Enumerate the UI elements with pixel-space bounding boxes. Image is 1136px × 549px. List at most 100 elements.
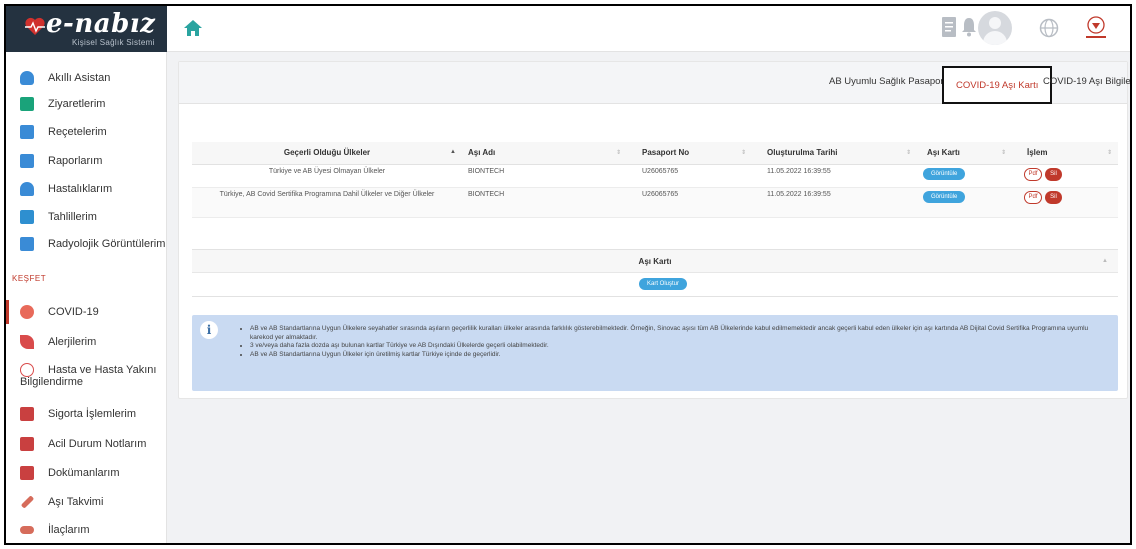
- header-label: Oluşturulma Tarihi: [767, 148, 838, 158]
- sort-icon: ⇕: [1106, 150, 1112, 156]
- heart-logo-icon: [25, 17, 45, 35]
- info-line: 3 ve/veya daha fazla dozda aşı bulunan k…: [250, 342, 1110, 351]
- sidebar-item-label: Aşı Takvimi: [48, 496, 104, 508]
- sidebar-item-covid19[interactable]: COVID-19: [6, 300, 167, 324]
- sidebar-item-diseases[interactable]: Hastalıklarım: [6, 177, 167, 201]
- view-card-button[interactable]: Görüntüle: [923, 190, 966, 203]
- table-row: Türkiye, AB Covid Sertifika Programına D…: [192, 187, 1118, 218]
- column-header-vaccine[interactable]: Aşı Adı ⇕: [462, 142, 627, 165]
- info-box: i AB ve AB Standartlarına Uygun Ülkelere…: [192, 315, 1118, 391]
- virus-icon: [20, 305, 34, 319]
- column-header-countries[interactable]: Geçerli Olduğu Ülkeler ▲: [192, 142, 462, 165]
- document-icon[interactable]: [941, 16, 957, 38]
- sidebar-item-radiology[interactable]: Radyolojik Görüntülerim: [6, 232, 167, 256]
- cell-countries: Türkiye, AB Covid Sertifika Programına D…: [192, 187, 462, 218]
- lab-icon: [20, 210, 34, 224]
- top-bar: e-nabız Kişisel Sağlık Sistemi: [6, 6, 1130, 52]
- info-list: AB ve AB Standartlarına Uygun Ülkelere s…: [250, 325, 1110, 359]
- notes-icon: [20, 437, 34, 451]
- sidebar-item-documents[interactable]: Dokümanlarım: [6, 461, 167, 485]
- sidebar-item-label: Hastalıklarım: [48, 183, 113, 195]
- pdf-button[interactable]: Pdf: [1024, 167, 1042, 181]
- syringe-icon: [20, 495, 35, 509]
- info-icon: i: [200, 321, 218, 339]
- vaccine-passport-table: Geçerli Olduğu Ülkeler ▲ Aşı Adı ⇕ Pasapor…: [192, 142, 1118, 218]
- patient-icon: [20, 182, 34, 196]
- sidebar-item-label: Ziyaretlerim: [48, 98, 106, 110]
- sidebar-item-emergency-notes[interactable]: Acil Durum Notlarım: [6, 432, 167, 456]
- column-header-card[interactable]: Aşı Kartı ⇕: [917, 142, 1012, 165]
- allergy-icon: [20, 335, 34, 349]
- brand-subtitle: Kişisel Sağlık Sistemi: [72, 38, 155, 47]
- sidebar-item-label: Reçetelerim: [48, 126, 107, 138]
- column-header-action[interactable]: İşlem ⇕: [1012, 142, 1118, 165]
- sidebar-item-insurance[interactable]: Sigorta İşlemlerim: [6, 402, 167, 426]
- sidebar-item-label: İlaçlarım: [48, 524, 90, 536]
- insurance-icon: [20, 407, 34, 421]
- ministry-logo-icon[interactable]: [1080, 14, 1112, 42]
- sidebar-item-prescriptions[interactable]: Reçetelerim: [6, 120, 167, 144]
- sidebar-item-label: Alerjilerim: [48, 336, 97, 348]
- sidebar-item-assistant[interactable]: Akıllı Asistan: [6, 66, 167, 90]
- header-label: Geçerli Olduğu Ülkeler: [283, 148, 371, 158]
- avatar[interactable]: [978, 11, 1012, 45]
- building-icon: [20, 97, 34, 111]
- bell-icon[interactable]: [961, 16, 977, 38]
- sidebar-item-patient-info-cont[interactable]: Bilgilendirme: [6, 373, 167, 391]
- sidebar-item-label: Bilgilendirme: [20, 376, 83, 388]
- sidebar-item-allergies[interactable]: Alerjilerim: [6, 330, 167, 354]
- delete-button[interactable]: Sil: [1045, 190, 1062, 204]
- documents-icon: [20, 466, 34, 480]
- sidebar-item-label: Akıllı Asistan: [48, 72, 111, 84]
- sidebar-item-visits[interactable]: Ziyaretlerim: [6, 92, 167, 116]
- info-line: AB ve AB Standartlarına Uygun Ülkeler iç…: [250, 351, 1110, 360]
- cell-passport: U26065765: [627, 187, 752, 218]
- tab-eu-health-passport[interactable]: AB Uyumlu Sağlık Pasaportu: [829, 76, 952, 87]
- prescription-icon: [20, 125, 34, 139]
- column-header-created[interactable]: Oluşturulma Tarihi ⇕: [752, 142, 917, 165]
- sort-icon: ▲: [450, 149, 456, 155]
- cell-vaccine: BIONTECH: [462, 187, 627, 218]
- vaccine-card-header[interactable]: Aşı Kartı: [192, 250, 1118, 273]
- sort-icon: ⇕: [1000, 150, 1006, 156]
- tab-bar: AB Uyumlu Sağlık Pasaportu COVID-19 Aşı …: [179, 62, 1130, 104]
- sidebar-item-medications[interactable]: İlaçlarım: [6, 518, 167, 542]
- sidebar-item-reports[interactable]: Raporlarım: [6, 149, 167, 173]
- sort-icon: ⇕: [905, 150, 911, 156]
- sidebar-item-label: Radyolojik Görüntülerim: [48, 238, 166, 250]
- brand-name: e-nabız: [46, 9, 156, 39]
- avatar-body: [983, 31, 1007, 45]
- sort-icon: ⇕: [740, 150, 746, 156]
- header-label: Aşı Kartı: [927, 148, 960, 158]
- sort-icon: ▲: [1102, 258, 1108, 264]
- globe-icon[interactable]: [1039, 18, 1059, 38]
- home-icon[interactable]: [182, 17, 204, 39]
- cell-actions: Pdf Sil: [1012, 164, 1118, 188]
- header-label: Pasaport No: [642, 148, 690, 158]
- tab-covid19-vaccine-card[interactable]: COVID-19 Aşı Kartı: [942, 66, 1053, 104]
- cell-vaccine: BIONTECH: [462, 164, 627, 188]
- column-header-passport[interactable]: Pasaport No ⇕: [627, 142, 752, 165]
- vaccine-card-section: Aşı Kartı ▲ Kart Oluştur: [192, 249, 1118, 297]
- sidebar-item-label: COVID-19: [48, 306, 99, 318]
- sidebar-item-vaccine-schedule[interactable]: Aşı Takvimi: [6, 490, 167, 514]
- cell-card: Görüntüle: [917, 164, 1012, 188]
- assistant-icon: [20, 71, 34, 85]
- brand-logo[interactable]: e-nabız Kişisel Sağlık Sistemi: [6, 6, 167, 52]
- delete-button[interactable]: Sil: [1045, 167, 1062, 181]
- cell-passport: U26065765: [627, 164, 752, 188]
- report-icon: [20, 154, 34, 168]
- header-label: İşlem: [1027, 148, 1048, 158]
- view-card-button[interactable]: Görüntüle: [923, 167, 966, 180]
- sidebar-item-lab-results[interactable]: Tahlillerim: [6, 205, 167, 229]
- sort-icon: ⇕: [615, 150, 621, 156]
- cell-card: Görüntüle: [917, 187, 1012, 218]
- section-label-explore: KEŞFET: [12, 274, 47, 283]
- create-card-button[interactable]: Kart Oluştur: [639, 278, 688, 290]
- sidebar-item-label: Raporlarım: [48, 155, 103, 167]
- table-header-row: Geçerli Olduğu Ülkeler ▲ Aşı Adı ⇕ Pasapor…: [192, 142, 1118, 165]
- sidebar-item-label: Sigorta İşlemlerim: [48, 408, 137, 420]
- pdf-button[interactable]: Pdf: [1024, 190, 1042, 204]
- tab-covid19-vaccine-info[interactable]: COVID-19 Aşı Bilgileri: [1043, 76, 1130, 87]
- table-row: Türkiye ve AB Üyesi Olmayan Ülkeler BION…: [192, 164, 1118, 188]
